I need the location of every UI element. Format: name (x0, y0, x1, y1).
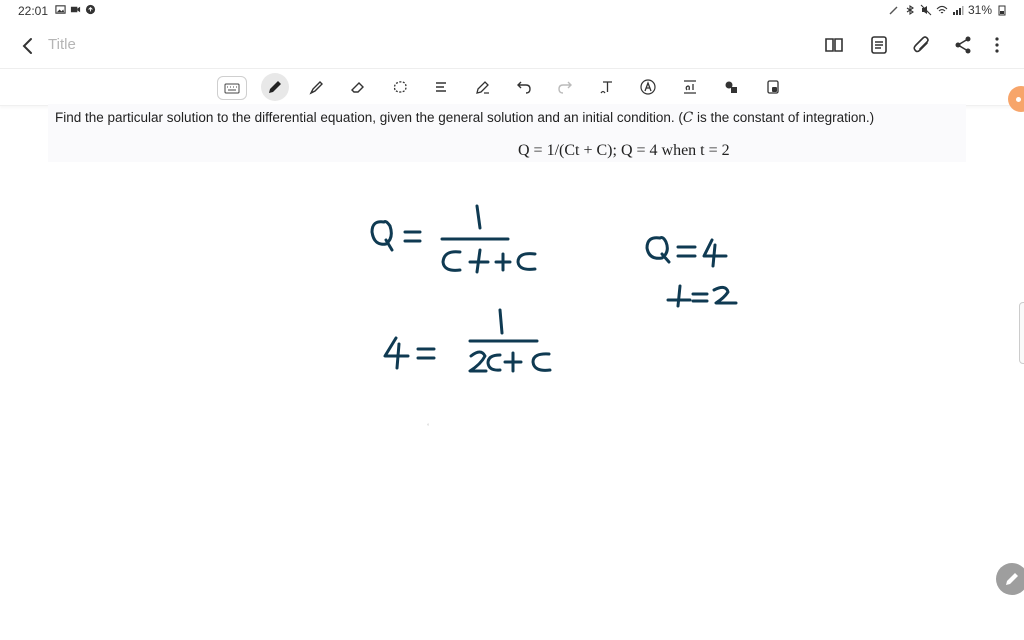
handwritten-given (645, 236, 738, 308)
spacing-icon (684, 80, 696, 94)
attach-button[interactable] (911, 34, 933, 56)
sync-icon (85, 4, 96, 15)
highlighter-button[interactable] (303, 73, 331, 101)
share-button[interactable] (952, 34, 974, 56)
status-right: 31% (888, 3, 1008, 17)
highlighter-icon (309, 81, 323, 95)
wifi-icon (936, 5, 948, 14)
floating-pen-button[interactable] (996, 563, 1024, 595)
lock-button[interactable] (759, 73, 787, 101)
redo-button[interactable] (551, 73, 579, 101)
eraser-button[interactable] (344, 73, 372, 101)
question-text-before: Find the particular solution to the diff… (55, 110, 683, 125)
document-icon (871, 36, 887, 54)
text-tool-button[interactable] (593, 73, 621, 101)
chevron-left-icon (22, 38, 32, 54)
text-tool-icon (600, 81, 612, 94)
document-button[interactable] (868, 34, 890, 56)
shapes-icon (725, 81, 737, 93)
shapes-button[interactable] (717, 73, 745, 101)
signal-icon (952, 6, 964, 15)
undo-button[interactable] (510, 73, 538, 101)
spacing-button[interactable] (676, 73, 704, 101)
lasso-icon (393, 81, 407, 93)
pen-icon (269, 81, 281, 93)
battery-percent: 31% (967, 3, 992, 17)
text-format-icon (436, 82, 446, 92)
text-format-button[interactable] (427, 73, 455, 101)
handwritten-equation-2 (383, 308, 552, 373)
redo-icon (558, 81, 572, 94)
image-icon (55, 5, 66, 14)
undo-icon (517, 81, 531, 94)
title-input[interactable]: Title (48, 36, 76, 53)
lasso-button[interactable] (386, 73, 414, 101)
book-icon (825, 38, 843, 52)
more-button[interactable] (986, 34, 1008, 56)
keyboard-button[interactable] (217, 76, 247, 100)
more-icon (995, 37, 999, 53)
pen-tool-button[interactable] (261, 73, 289, 101)
canvas-dot: ° (427, 424, 430, 430)
font-button[interactable] (634, 73, 662, 101)
status-left-icons (55, 4, 96, 15)
video-icon (70, 6, 81, 13)
side-panel-handle[interactable] (1019, 302, 1024, 364)
battery-icon (998, 5, 1006, 16)
question-card: Find the particular solution to the diff… (48, 104, 966, 162)
status-bar: 22:01 31% (0, 0, 1024, 22)
handwritten-equation-1 (370, 204, 537, 274)
book-button[interactable] (823, 34, 845, 56)
drawing-toolbar (0, 68, 1024, 106)
shape-pen-button[interactable] (469, 73, 497, 101)
pen-icon (889, 6, 898, 15)
back-button[interactable] (16, 34, 40, 58)
question-text: Find the particular solution to the diff… (55, 110, 874, 126)
attach-icon (913, 36, 929, 53)
shape-pen-icon (476, 81, 489, 94)
question-equation: Q = 1/(Ct + C); Q = 4 when t = 2 (518, 142, 730, 159)
pen-icon (1006, 573, 1018, 585)
share-icon (955, 36, 971, 54)
mute-icon (920, 4, 932, 16)
lock-icon (767, 80, 779, 94)
app-bar: Title (0, 26, 1024, 66)
keyboard-icon (224, 83, 240, 94)
bluetooth-icon (906, 4, 914, 16)
font-icon (640, 79, 656, 95)
question-text-after: is the constant of integration.) (693, 110, 875, 125)
question-variable: C (682, 110, 694, 126)
floating-tool-dot[interactable] (1008, 86, 1024, 112)
eraser-icon (351, 82, 364, 93)
status-time: 22:01 (18, 4, 49, 18)
